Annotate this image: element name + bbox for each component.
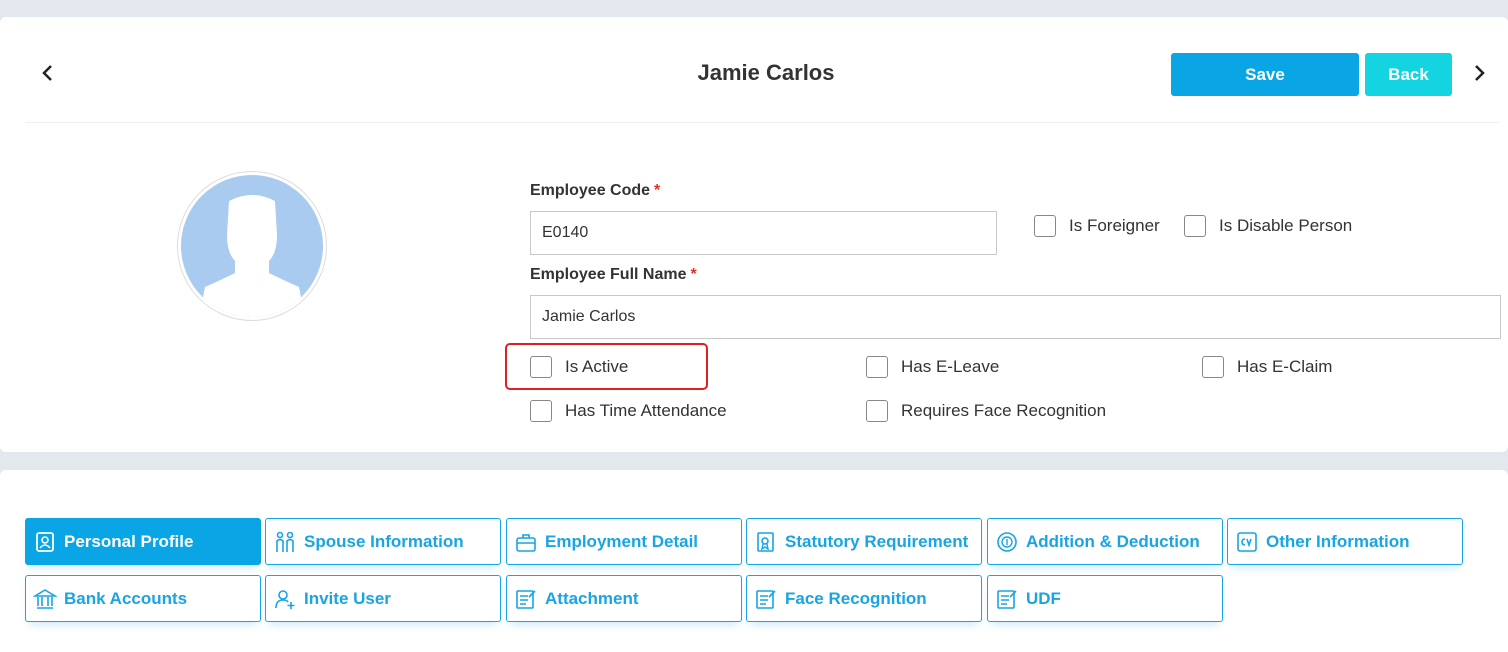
is-active-checkbox[interactable]: Is Active xyxy=(530,356,628,378)
has-time-attendance-checkbox[interactable]: Has Time Attendance xyxy=(530,400,727,422)
tab-addition-deduction[interactable]: Addition & Deduction xyxy=(987,518,1223,565)
person-silhouette-icon xyxy=(199,195,305,317)
document-icon xyxy=(994,586,1020,612)
chevron-left-icon xyxy=(42,65,52,81)
checkbox-box[interactable] xyxy=(866,400,888,422)
next-employee-button[interactable] xyxy=(1465,58,1495,88)
chevron-right-icon xyxy=(1475,65,1485,81)
tab-personal-profile[interactable]: Personal Profile xyxy=(25,518,261,565)
profile-icon xyxy=(32,529,58,555)
couple-icon xyxy=(272,529,298,555)
tab-bank-accounts[interactable]: Bank Accounts xyxy=(25,575,261,622)
tab-udf[interactable]: UDF xyxy=(987,575,1223,622)
page-title: Jamie Carlos xyxy=(697,60,835,85)
tab-other-information[interactable]: Other Information xyxy=(1227,518,1463,565)
requires-face-recognition-checkbox[interactable]: Requires Face Recognition xyxy=(866,400,1106,422)
has-e-leave-checkbox[interactable]: Has E-Leave xyxy=(866,356,999,378)
briefcase-icon xyxy=(513,529,539,555)
checkbox-box[interactable] xyxy=(530,356,552,378)
is-foreigner-checkbox[interactable]: Is Foreigner xyxy=(1034,215,1160,237)
checkbox-box[interactable] xyxy=(866,356,888,378)
tab-spouse-information[interactable]: Spouse Information xyxy=(265,518,501,565)
employee-code-input[interactable]: E0140 xyxy=(530,211,997,255)
header-divider xyxy=(25,122,1500,123)
money-icon xyxy=(994,529,1020,555)
checkbox-box[interactable] xyxy=(1202,356,1224,378)
tab-invite-user[interactable]: Invite User xyxy=(265,575,501,622)
save-button[interactable]: Save xyxy=(1171,53,1359,96)
avatar-placeholder xyxy=(181,175,323,317)
add-user-icon xyxy=(272,586,298,612)
has-e-claim-checkbox[interactable]: Has E-Claim xyxy=(1202,356,1332,378)
avatar[interactable] xyxy=(177,171,327,321)
employee-code-label: Employee Code * xyxy=(530,182,661,199)
employee-full-name-label: Employee Full Name * xyxy=(530,266,697,283)
checkbox-box[interactable] xyxy=(1034,215,1056,237)
bank-icon xyxy=(32,586,58,612)
document-icon xyxy=(753,586,779,612)
document-icon xyxy=(513,586,539,612)
tab-employment-detail[interactable]: Employment Detail xyxy=(506,518,742,565)
tab-face-recognition[interactable]: Face Recognition xyxy=(746,575,982,622)
previous-employee-button[interactable] xyxy=(32,58,62,88)
certificate-icon xyxy=(753,529,779,555)
checkbox-box[interactable] xyxy=(1184,215,1206,237)
checkbox-box[interactable] xyxy=(530,400,552,422)
cv-icon xyxy=(1234,529,1260,555)
back-button[interactable]: Back xyxy=(1365,53,1452,96)
is-disable-person-checkbox[interactable]: Is Disable Person xyxy=(1184,215,1352,237)
employee-full-name-input[interactable]: Jamie Carlos xyxy=(530,295,1501,339)
tab-attachment[interactable]: Attachment xyxy=(506,575,742,622)
tab-statutory-requirement[interactable]: Statutory Requirement xyxy=(746,518,982,565)
